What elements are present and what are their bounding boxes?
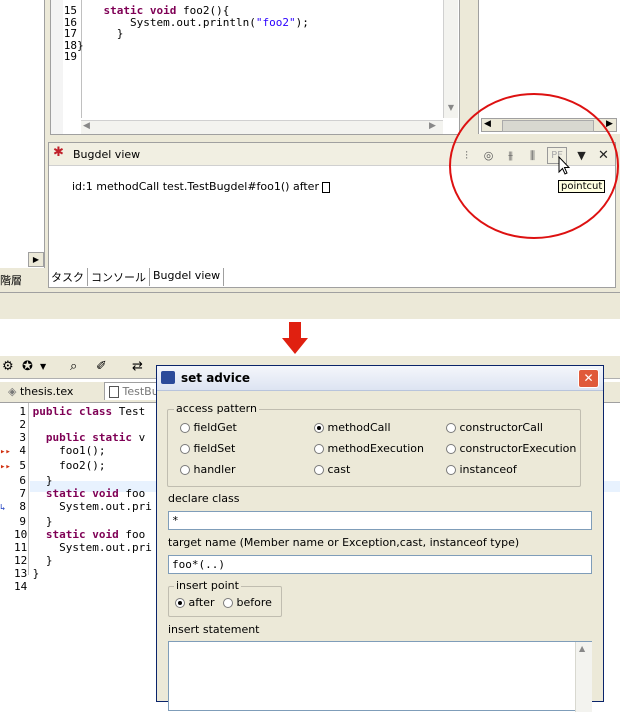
code-line: 6 }: [19, 474, 53, 487]
radio-circle[interactable]: [180, 444, 190, 454]
tab-testbugdel[interactable]: TestBu: [104, 382, 164, 400]
tex-file-icon: ◈: [8, 385, 17, 398]
radio-before[interactable]: before: [223, 596, 272, 609]
radio-circle[interactable]: [446, 423, 456, 433]
top-ruler: [51, 0, 63, 134]
bugdel-icon: ✱: [53, 145, 64, 160]
joinpoint-marker-icon: ↳: [0, 503, 6, 513]
insert-point-group: insert point after before: [168, 579, 282, 617]
dialog-app-icon: [161, 371, 175, 384]
bugdel-view-title: Bugdel view: [73, 148, 141, 161]
radio-circle[interactable]: [180, 465, 190, 475]
code-line: 1 public class Test: [19, 405, 146, 418]
left-panel-label: 階層: [0, 274, 22, 287]
radio-circle[interactable]: [446, 465, 456, 475]
tab-bugdel-view[interactable]: Bugdel view: [150, 268, 225, 286]
code-line: ▸▸ 4 foo1();: [0, 444, 106, 457]
radio-instanceof[interactable]: instanceof: [446, 463, 517, 476]
down-arrow-icon: [282, 322, 308, 354]
radio-circle[interactable]: [446, 444, 456, 454]
radio-circle[interactable]: [223, 598, 233, 608]
dialog-title: set advice: [181, 371, 251, 385]
code-line-18: 18}: [63, 38, 84, 52]
pin-icon[interactable]: ✐: [96, 359, 107, 374]
status-bar: [0, 292, 620, 319]
code-line: ▸▸ 5 foo2();: [0, 459, 106, 472]
radio-circle[interactable]: [314, 465, 324, 475]
set-advice-dialog: set advice ✕ access pattern fieldGet met…: [156, 365, 604, 712]
radio-circle[interactable]: [180, 423, 190, 433]
code-line: 14: [14, 580, 28, 593]
debug-icon[interactable]: ✪: [22, 359, 33, 374]
insert-statement-label: insert statement: [168, 623, 260, 636]
run-icon[interactable]: ⚙: [2, 359, 14, 374]
radio-constructorexecution[interactable]: constructorExecution: [446, 442, 576, 455]
declare-class-field[interactable]: *: [168, 511, 592, 530]
scroll-up-icon[interactable]: ▲: [579, 644, 585, 653]
radio-handler[interactable]: handler: [180, 463, 236, 476]
radio-fieldget[interactable]: fieldGet: [180, 421, 237, 434]
left-panel: [0, 0, 45, 268]
code-line: 3 public static v: [19, 431, 146, 444]
declare-class-label: declare class: [168, 492, 240, 505]
access-pattern-legend: access pattern: [174, 402, 259, 415]
annotation-circle: [449, 93, 619, 239]
radio-fieldset[interactable]: fieldSet: [180, 442, 235, 455]
dropdown-icon[interactable]: ▼: [40, 362, 46, 371]
search-icon[interactable]: ⌕: [70, 359, 77, 374]
bottom-code-lines: 1 public class Test 2 3 public static v …: [0, 405, 152, 593]
radio-methodcall[interactable]: methodCall: [314, 421, 391, 434]
nav-icon[interactable]: ⇄: [132, 359, 143, 374]
radio-circle[interactable]: [314, 444, 324, 454]
advice-marker-icon: ▸▸: [0, 462, 11, 472]
code-line: 9 }: [19, 515, 53, 528]
code-line: 10 static void foo: [14, 528, 146, 541]
radio-methodexecution[interactable]: methodExecution: [314, 442, 424, 455]
code-line: ↳ 8 System.out.pri: [0, 500, 152, 513]
top-editor-hscroll[interactable]: ◀ ▶: [81, 120, 443, 134]
code-line: 13 }: [14, 567, 40, 580]
bottom-view-tabs: タスク コンソール Bugdel view: [48, 268, 225, 286]
dialog-title-bar: set advice ✕: [157, 366, 603, 391]
scroll-left-icon[interactable]: ◀: [83, 121, 90, 131]
left-scroll-right-button[interactable]: ▶: [28, 252, 44, 267]
tab-tasks[interactable]: タスク: [48, 268, 88, 286]
code-line: 7 static void foo: [19, 487, 146, 500]
insert-statement-textarea[interactable]: ▲: [168, 641, 592, 712]
code-line: 2: [19, 418, 26, 431]
tab-console[interactable]: コンソール: [88, 268, 150, 286]
radio-after[interactable]: after: [175, 596, 215, 609]
radio-circle[interactable]: [175, 598, 185, 608]
access-pattern-group: access pattern fieldGet methodCall const…: [167, 402, 581, 487]
radio-circle[interactable]: [314, 423, 324, 433]
scroll-right-icon[interactable]: ▶: [429, 121, 436, 131]
top-code-lines: 15 static void foo2(){ 16 System.out.pri…: [63, 5, 309, 63]
code-line: 11 System.out.pri: [14, 541, 152, 554]
code-line-19: 19: [63, 50, 77, 63]
radio-constructorcall[interactable]: constructorCall: [446, 421, 543, 434]
advice-marker-icon: ▸▸: [0, 447, 11, 457]
insert-point-legend: insert point: [174, 579, 241, 592]
top-code-editor[interactable]: 15 static void foo2(){ 16 System.out.pri…: [50, 0, 460, 135]
line-number-divider: [28, 403, 29, 575]
target-name-label: target name (Member name or Exception,ca…: [168, 536, 520, 549]
bugdel-view-content: id:1 methodCall test.TestBugdel#foo1() a…: [51, 167, 331, 206]
target-name-field[interactable]: foo*(..): [168, 555, 592, 574]
code-line-17: 17 }: [63, 27, 124, 40]
bottom-screenshot: ⚙ ✪ ▼ ⌕ ✐ ⇄ ◈ thesis.tex TestBu 1 public…: [0, 356, 620, 712]
java-file-icon: [109, 386, 119, 398]
dialog-close-button[interactable]: ✕: [578, 369, 599, 388]
code-line: 12 }: [14, 554, 53, 567]
tab-thesis-tex[interactable]: ◈ thesis.tex: [4, 384, 78, 399]
radio-cast[interactable]: cast: [314, 463, 350, 476]
cursor-box-icon: [322, 181, 331, 193]
